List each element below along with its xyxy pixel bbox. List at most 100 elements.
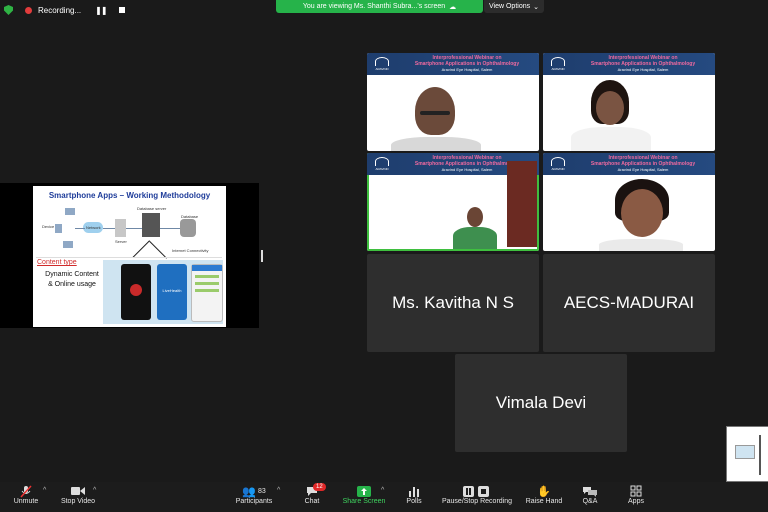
- cloud-icon: ☁: [449, 3, 457, 11]
- stop-recording-icon[interactable]: [118, 7, 125, 13]
- server-label: Server: [115, 239, 127, 244]
- recording-label: Recording...: [38, 5, 82, 15]
- participants-icon: 👥 83: [242, 485, 266, 498]
- app-name-label: LiveHealth: [162, 288, 182, 293]
- participant-name: Vimala Devi: [495, 393, 587, 412]
- video-camera-icon: [71, 484, 85, 498]
- webinar-banner: ARAVIND Interprofessional Webinar on Sma…: [543, 53, 715, 75]
- video-tile-aecs-madurai[interactable]: AECS-MADURAI: [543, 254, 715, 352]
- shield-icon: [4, 5, 13, 15]
- share-screen-icon: [357, 484, 371, 498]
- polls-label: Polls: [406, 498, 422, 505]
- connector-line: [126, 228, 142, 229]
- database-label: Database: [181, 214, 199, 219]
- phone-app-image: LiveHealth: [157, 264, 187, 320]
- database-server-label: Database server: [137, 206, 167, 211]
- participant-coat: [571, 127, 651, 151]
- pause-recording-icon[interactable]: ❚❚: [95, 6, 107, 15]
- chat-unread-badge: 12: [313, 483, 326, 491]
- view-options-button[interactable]: View Options ⌄: [484, 0, 544, 13]
- dynamic-content-text: Dynamic Content & Online usage: [37, 270, 107, 290]
- video-tile-participant-2[interactable]: ARAVIND Interprofessional Webinar on Sma…: [543, 53, 715, 151]
- apps-label: Apps: [628, 498, 644, 505]
- banner-line-3: Aravind Eye Hospital, Salem: [617, 67, 669, 72]
- connector-line: [75, 228, 85, 229]
- self-view-thumbnail[interactable]: [726, 426, 768, 482]
- glasses-detail: [420, 111, 450, 115]
- phone-list-image: [191, 264, 223, 322]
- view-options-label: View Options: [489, 3, 531, 10]
- chevron-down-icon: ⌄: [533, 3, 539, 11]
- qa-label: Q&A: [582, 498, 598, 505]
- qa-bubbles-icon: [583, 484, 597, 498]
- participant-saree: [453, 227, 497, 249]
- participants-label: Participants: [235, 498, 273, 505]
- recording-controls-icon: [463, 484, 491, 498]
- recording-label: Pause/Stop Recording: [441, 498, 513, 505]
- viewing-screen-text: You are viewing Ms. Shanthi Subra...'s s…: [302, 3, 446, 10]
- video-tile-participant-1[interactable]: ARAVIND Interprofessional Webinar on Sma…: [367, 53, 539, 151]
- connector-line: [103, 228, 115, 229]
- banner-line-3: Aravind Eye Hospital, Salem: [441, 67, 493, 72]
- device-label: Device: [42, 224, 55, 229]
- video-tile-participant-4[interactable]: ARAVIND Interprofessional Webinar on Sma…: [543, 153, 715, 251]
- server-icon: [115, 219, 126, 237]
- aravind-logo: ARAVIND: [371, 56, 393, 72]
- device-desktop-icon: [63, 241, 73, 248]
- arrow-line: [132, 240, 150, 258]
- room-door: [507, 161, 537, 247]
- participant-video: [596, 91, 624, 125]
- pause-stop-recording-button[interactable]: Pause/Stop Recording: [438, 484, 516, 505]
- banner-line-3: Aravind Eye Hospital, Salem: [617, 167, 669, 172]
- database-icon: [180, 219, 196, 237]
- internet-label: Internet Connectivity: [172, 248, 209, 253]
- self-view-divider: [759, 435, 761, 475]
- webinar-banner: ARAVIND Interprofessional Webinar on Sma…: [543, 153, 715, 175]
- stop-video-label: Stop Video: [60, 498, 96, 505]
- record-icon: [25, 6, 32, 14]
- database-server-icon: [142, 213, 160, 237]
- polls-bar-chart-icon: [408, 484, 420, 498]
- audio-options-chevron-icon[interactable]: ^: [43, 487, 46, 494]
- content-divider: [36, 257, 222, 258]
- participant-shirt: [599, 239, 683, 251]
- unmute-button[interactable]: Unmute: [10, 484, 42, 505]
- device-laptop-icon: [65, 208, 75, 215]
- video-tile-active-speaker[interactable]: ARAVIND Interprofessional Webinar on Sma…: [367, 153, 539, 251]
- raise-hand-icon: ✋: [537, 485, 551, 498]
- aravind-logo: ARAVIND: [547, 56, 569, 72]
- qa-button[interactable]: Q&A: [578, 484, 602, 505]
- raise-hand-label: Raise Hand: [525, 498, 563, 505]
- participant-video: [621, 189, 663, 237]
- recording-indicator: Recording... ❚❚: [0, 0, 125, 20]
- share-screen-label: Share Screen: [342, 498, 386, 505]
- network-label: Network: [86, 225, 101, 230]
- unmute-label: Unmute: [13, 498, 39, 505]
- apps-button[interactable]: Apps: [622, 484, 650, 505]
- connector-line: [160, 228, 180, 229]
- share-options-chevron-icon[interactable]: ^: [381, 487, 384, 494]
- presentation-slide: Smartphone Apps – Working Methodology Da…: [33, 186, 226, 327]
- split-view-divider[interactable]: [261, 250, 263, 262]
- participants-options-chevron-icon[interactable]: ^: [277, 487, 280, 494]
- self-view-slide-preview: [735, 445, 755, 459]
- video-options-chevron-icon[interactable]: ^: [93, 487, 96, 494]
- video-tile-vimala[interactable]: Vimala Devi: [455, 354, 627, 452]
- participant-name: Ms. Kavitha N S: [392, 293, 514, 312]
- participants-count: 83: [257, 487, 266, 495]
- device-tablet-icon: [55, 224, 62, 233]
- apps-icon: [630, 484, 642, 498]
- participant-video: [467, 207, 483, 227]
- aravind-logo: ARAVIND: [547, 156, 569, 172]
- dynamic-content-line1: Dynamic Content: [45, 271, 99, 278]
- phone-camera-image: [121, 264, 151, 320]
- shared-screen: Smartphone Apps – Working Methodology Da…: [0, 183, 259, 328]
- dynamic-content-line2: & Online usage: [48, 281, 96, 288]
- raise-hand-button[interactable]: ✋ Raise Hand: [522, 484, 566, 506]
- video-tile-kavitha[interactable]: Ms. Kavitha N S: [367, 254, 539, 352]
- participant-name: AECS-MADURAI: [563, 293, 695, 312]
- aravind-logo: ARAVIND: [371, 156, 393, 172]
- chat-label: Chat: [304, 498, 320, 505]
- participants-button[interactable]: 👥 83 Participants: [232, 484, 276, 506]
- polls-button[interactable]: Polls: [400, 484, 428, 505]
